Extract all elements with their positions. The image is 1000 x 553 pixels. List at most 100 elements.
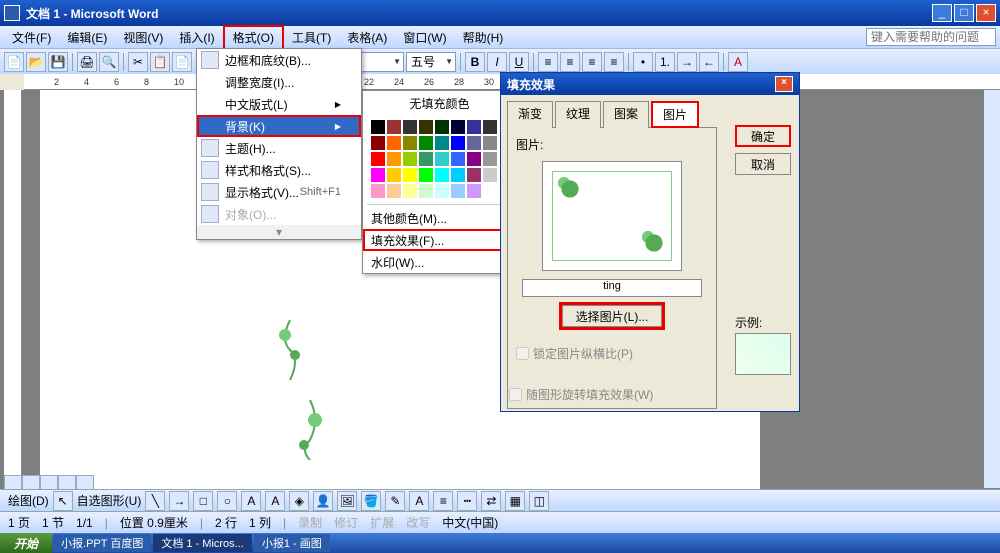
autoshapes-menu[interactable]: 自选图形(U) (77, 492, 142, 509)
vertical-ruler[interactable] (4, 90, 22, 508)
menu-format[interactable]: 格式(O) (223, 25, 284, 50)
menu-insert[interactable]: 插入(I) (171, 27, 222, 48)
menu-tools[interactable]: 工具(T) (284, 27, 339, 48)
align-left-icon[interactable]: ≡ (538, 52, 558, 72)
menu-view[interactable]: 视图(V) (115, 27, 171, 48)
color-swatch[interactable] (451, 152, 465, 166)
size-combo[interactable]: 五号 (406, 52, 456, 72)
select-picture-button[interactable]: 选择图片(L)... (562, 305, 662, 327)
task-item-2[interactable]: 文档 1 - Micros... (153, 534, 252, 552)
color-swatch[interactable] (419, 152, 433, 166)
status-ovr[interactable]: 改写 (406, 514, 430, 531)
select-arrow-icon[interactable]: ↖ (53, 491, 73, 511)
color-swatch[interactable] (483, 184, 497, 198)
save-icon[interactable]: 💾 (48, 52, 68, 72)
color-swatch[interactable] (435, 152, 449, 166)
diagram-icon[interactable]: ◈ (289, 491, 309, 511)
menu-file[interactable]: 文件(F) (4, 27, 59, 48)
dd-styles[interactable]: 样式和格式(S)... (197, 159, 361, 181)
dash-style-icon[interactable]: ┅ (457, 491, 477, 511)
indent-icon[interactable]: → (677, 52, 697, 72)
start-button[interactable]: 开始 (0, 533, 52, 553)
print-icon[interactable]: 🖨 (77, 52, 97, 72)
wordart-icon[interactable]: A (265, 491, 285, 511)
color-swatch[interactable] (403, 136, 417, 150)
color-swatch[interactable] (483, 136, 497, 150)
line-color-icon[interactable]: ✎ (385, 491, 405, 511)
clipart-icon[interactable]: 👤 (313, 491, 333, 511)
ok-button[interactable]: 确定 (735, 125, 791, 147)
font-color-draw-icon[interactable]: A (409, 491, 429, 511)
color-swatch[interactable] (467, 136, 481, 150)
italic-icon[interactable]: I (487, 52, 507, 72)
dd-borders[interactable]: 边框和底纹(B)... (197, 49, 361, 71)
dd-expand[interactable]: ▾ (197, 225, 361, 239)
tab-gradient[interactable]: 渐变 (507, 101, 553, 128)
align-justify-icon[interactable]: ≡ (604, 52, 624, 72)
arrow-style-icon[interactable]: ⇄ (481, 491, 501, 511)
dialog-title-bar[interactable]: 填充效果 × (501, 73, 799, 95)
vertical-scrollbar[interactable] (984, 90, 1000, 488)
status-ext[interactable]: 扩展 (370, 514, 394, 531)
color-swatch[interactable] (387, 120, 401, 134)
underline-icon[interactable]: U (509, 52, 529, 72)
color-swatch[interactable] (419, 120, 433, 134)
menu-window[interactable]: 窗口(W) (395, 27, 454, 48)
color-swatch[interactable] (435, 168, 449, 182)
dd-reveal-format[interactable]: 显示格式(V)...Shift+F1 (197, 181, 361, 203)
color-swatch[interactable] (387, 152, 401, 166)
bold-icon[interactable]: B (465, 52, 485, 72)
color-swatch[interactable] (403, 152, 417, 166)
bullets-icon[interactable]: • (633, 52, 653, 72)
new-doc-icon[interactable]: 📄 (4, 52, 24, 72)
watermark[interactable]: 水印(W)... (363, 251, 516, 273)
paste-icon[interactable]: 📄 (172, 52, 192, 72)
color-swatch[interactable] (451, 184, 465, 198)
color-swatch[interactable] (387, 184, 401, 198)
dialog-close-button[interactable]: × (775, 76, 793, 92)
color-swatch[interactable] (467, 152, 481, 166)
more-colors[interactable]: 其他颜色(M)... (363, 207, 516, 229)
menu-edit[interactable]: 编辑(E) (59, 27, 115, 48)
color-swatch[interactable] (419, 168, 433, 182)
color-swatch[interactable] (387, 136, 401, 150)
menu-help[interactable]: 帮助(H) (455, 27, 512, 48)
cut-icon[interactable]: ✂ (128, 52, 148, 72)
status-rev[interactable]: 修订 (334, 514, 358, 531)
color-swatch[interactable] (451, 120, 465, 134)
color-swatch[interactable] (483, 168, 497, 182)
task-item-3[interactable]: 小报1 - 画图 (254, 534, 330, 552)
dd-asian-layout[interactable]: 中文版式(L)▶ (197, 93, 361, 115)
tab-texture[interactable]: 纹理 (555, 101, 601, 128)
color-swatch[interactable] (387, 168, 401, 182)
color-swatch[interactable] (467, 184, 481, 198)
draw-menu[interactable]: 绘图(D) (8, 492, 49, 509)
color-swatch[interactable] (435, 184, 449, 198)
preview-icon[interactable]: 🔍 (99, 52, 119, 72)
color-swatch[interactable] (403, 120, 417, 134)
color-swatch[interactable] (451, 168, 465, 182)
line-icon[interactable]: ╲ (145, 491, 165, 511)
status-rec[interactable]: 录制 (298, 514, 322, 531)
menu-table[interactable]: 表格(A) (339, 27, 395, 48)
cancel-button[interactable]: 取消 (735, 153, 791, 175)
minimize-button[interactable]: _ (932, 4, 952, 22)
color-swatch[interactable] (435, 120, 449, 134)
outdent-icon[interactable]: ← (699, 52, 719, 72)
color-swatch[interactable] (403, 184, 417, 198)
maximize-button[interactable]: □ (954, 4, 974, 22)
lock-aspect-checkbox[interactable]: 锁定图片纵横比(P) (516, 345, 708, 362)
tab-pattern[interactable]: 图案 (603, 101, 649, 128)
open-icon[interactable]: 📂 (26, 52, 46, 72)
align-right-icon[interactable]: ≡ (582, 52, 602, 72)
color-swatch[interactable] (419, 136, 433, 150)
arrow-icon[interactable]: → (169, 491, 189, 511)
3d-icon[interactable]: ◫ (529, 491, 549, 511)
oval-icon[interactable]: ○ (217, 491, 237, 511)
fill-color-icon[interactable]: 🪣 (361, 491, 381, 511)
task-item-1[interactable]: 小报.PPT 百度图 (53, 534, 151, 552)
color-swatch[interactable] (371, 136, 385, 150)
color-swatch[interactable] (467, 168, 481, 182)
color-swatch[interactable] (483, 152, 497, 166)
color-swatch[interactable] (371, 184, 385, 198)
